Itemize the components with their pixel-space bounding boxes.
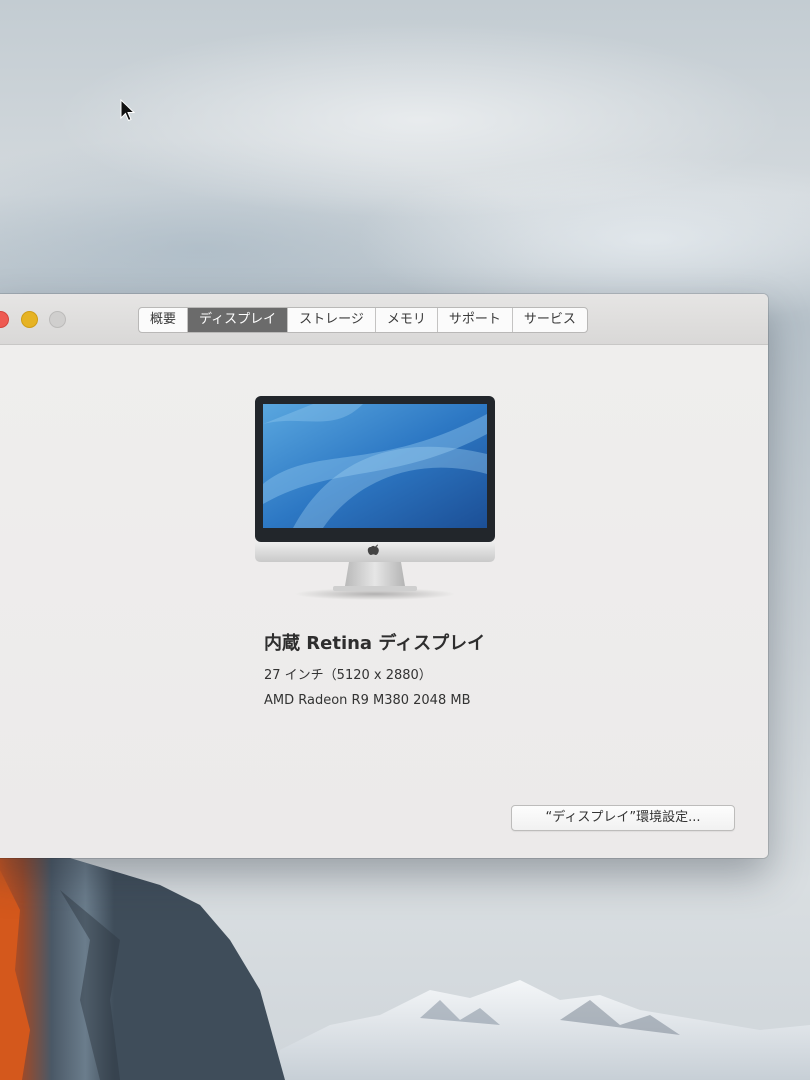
minimize-button[interactable] [21, 311, 38, 328]
tab-overview[interactable]: 概要 [139, 308, 189, 332]
about-this-mac-window: 概要 ディスプレイ ストレージ メモリ サポート サービス 内蔵 Retina … [0, 294, 768, 858]
arrow-cursor-icon [120, 99, 136, 122]
close-button[interactable] [0, 311, 9, 328]
tab-memory[interactable]: メモリ [376, 308, 438, 332]
window-titlebar[interactable]: 概要 ディスプレイ ストレージ メモリ サポート サービス [0, 294, 768, 345]
graphics-card: AMD Radeon R9 M380 2048 MB [264, 693, 471, 708]
tab-support[interactable]: サポート [438, 308, 513, 332]
wallpaper-mountain [0, 850, 810, 1080]
desktop: 概要 ディスプレイ ストレージ メモリ サポート サービス 内蔵 Retina … [0, 0, 810, 1080]
tab-storage[interactable]: ストレージ [288, 308, 376, 332]
tab-service[interactable]: サービス [513, 308, 587, 332]
display-size: 27 インチ（5120 x 2880） [264, 668, 432, 683]
display-name: 内蔵 Retina ディスプレイ [264, 633, 486, 654]
display-pane: 内蔵 Retina ディスプレイ 27 インチ（5120 x 2880） AMD… [0, 345, 768, 858]
zoom-button[interactable] [49, 311, 66, 328]
tab-bar: 概要 ディスプレイ ストレージ メモリ サポート サービス [138, 307, 588, 333]
display-preferences-button[interactable]: “ディスプレイ”環境設定... [511, 805, 735, 831]
imac-icon [255, 396, 495, 600]
tab-displays[interactable]: ディスプレイ [188, 308, 289, 332]
